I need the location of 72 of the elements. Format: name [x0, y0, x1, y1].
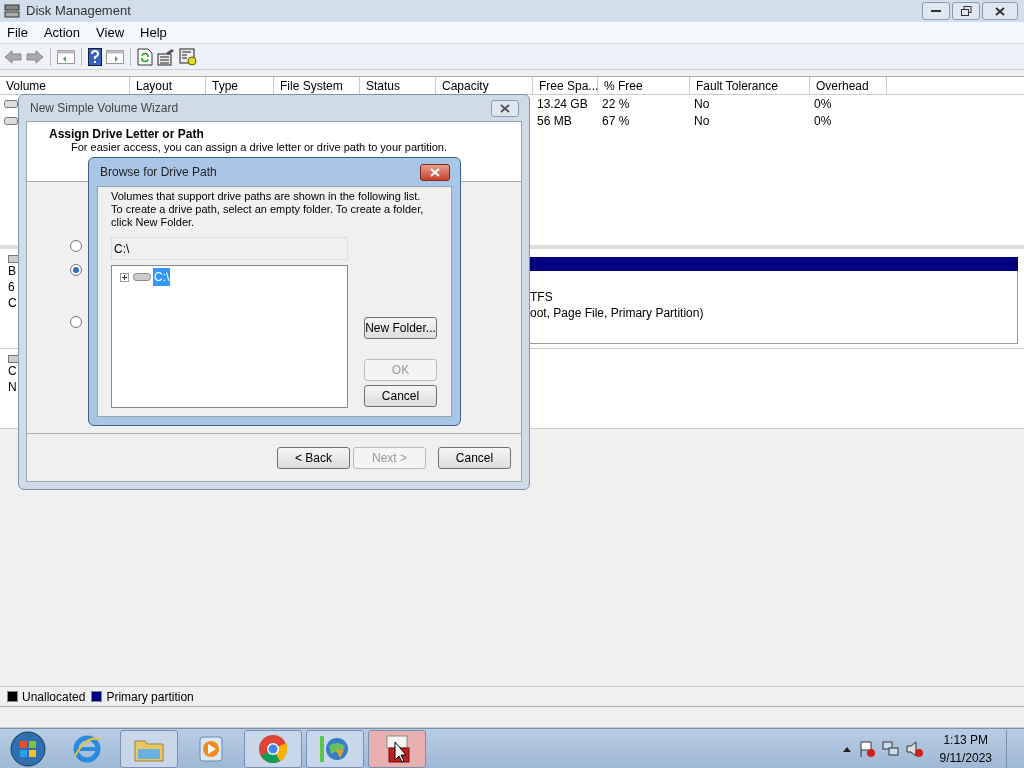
browser-icon — [72, 733, 102, 764]
clock-time[interactable]: 1:13 PM — [943, 730, 989, 749]
dialog-button[interactable]: New Folder... — [364, 317, 437, 339]
drive-icon — [4, 99, 18, 108]
wizard-description: For easier access, you can assign a drive letter or drive path to your partition. — [71, 141, 447, 154]
close-button[interactable] — [982, 2, 1018, 20]
window-title: Disk Management — [26, 2, 131, 21]
maximize-button[interactable] — [952, 2, 980, 20]
menu-item[interactable]: Action — [36, 22, 88, 43]
table-cell-text: 22 % — [601, 96, 630, 111]
legend-label: Unallocated — [22, 688, 86, 706]
drive-icon — [4, 116, 18, 125]
wizard-button[interactable]: < Back — [277, 446, 350, 469]
properties-icon[interactable] — [157, 47, 175, 66]
table-cell-text: 0% — [813, 96, 832, 111]
disk-label: C — [8, 363, 17, 379]
instructions-text: Volumes that support drive paths are shown in the following list. To create a drive path, select an empty folder. To create a folder, click New Folder. — [111, 190, 425, 229]
partition-info: oot, Page File, Primary Partition) — [530, 305, 704, 321]
disk-label: B — [8, 263, 16, 279]
column-header[interactable]: Free Spa... — [533, 77, 598, 95]
globe-icon — [319, 733, 351, 764]
back-arrow-icon[interactable] — [4, 49, 22, 64]
refresh-icon[interactable] — [137, 47, 153, 66]
media-player-icon — [198, 734, 224, 763]
table-cell-text: 13.24 GB — [536, 96, 588, 111]
network-icon[interactable] — [881, 739, 900, 758]
flag-icon[interactable] — [857, 739, 876, 758]
table-cell-text: 0% — [813, 113, 832, 128]
column-header[interactable]: Overhead — [810, 77, 887, 95]
close-icon — [500, 103, 510, 113]
legend-label: Primary partition — [106, 688, 194, 706]
menu-item[interactable]: View — [89, 22, 132, 43]
speaker-muted-icon[interactable] — [905, 739, 924, 758]
drive-icon — [133, 272, 151, 282]
close-button[interactable] — [491, 99, 519, 117]
table-cell-text: No — [693, 96, 710, 111]
disk-label: N — [8, 379, 17, 395]
minimize-icon — [931, 9, 941, 13]
start-button[interactable] — [10, 730, 46, 767]
radio-button[interactable] — [70, 316, 82, 328]
column-header[interactable]: % Free — [598, 77, 690, 95]
panel-icon[interactable] — [57, 49, 75, 64]
disk-label: 6 — [8, 279, 15, 295]
dialog-title: New Simple Volume Wizard — [30, 100, 179, 117]
restore-icon — [960, 6, 972, 16]
expand-icon[interactable] — [120, 272, 129, 282]
close-icon — [430, 167, 440, 177]
settings-icon[interactable] — [179, 47, 197, 66]
wizard-button[interactable]: Cancel — [438, 446, 511, 469]
path-field[interactable]: C:\ — [111, 237, 348, 260]
clock-date[interactable]: 9/11/2023 — [939, 748, 992, 767]
help-icon[interactable] — [88, 47, 102, 66]
table-cell-text: No — [693, 113, 710, 128]
radio-button[interactable] — [70, 240, 82, 252]
radio-button[interactable] — [70, 264, 82, 276]
dialog-title: Browse for Drive Path — [100, 164, 217, 181]
menu-item[interactable]: Help — [133, 22, 174, 43]
forward-arrow-icon[interactable] — [26, 49, 44, 64]
table-cell-text: 56 MB — [536, 113, 572, 128]
close-icon — [995, 6, 1005, 16]
chrome-icon — [258, 733, 288, 764]
column-header[interactable]: Fault Tolerance — [690, 77, 810, 95]
dialog-button[interactable]: Cancel — [364, 385, 437, 407]
close-button[interactable] — [420, 163, 450, 181]
disk-icon — [4, 4, 20, 18]
wizard-heading: Assign Drive Letter or Path — [49, 127, 204, 141]
taskbar-button[interactable] — [368, 729, 426, 768]
menu-item[interactable]: File — [0, 22, 35, 43]
minimize-button[interactable] — [922, 2, 950, 20]
partition-info: TFS — [530, 289, 553, 305]
disk-label: C — [8, 295, 17, 311]
table-cell-text: 67 % — [601, 113, 630, 128]
